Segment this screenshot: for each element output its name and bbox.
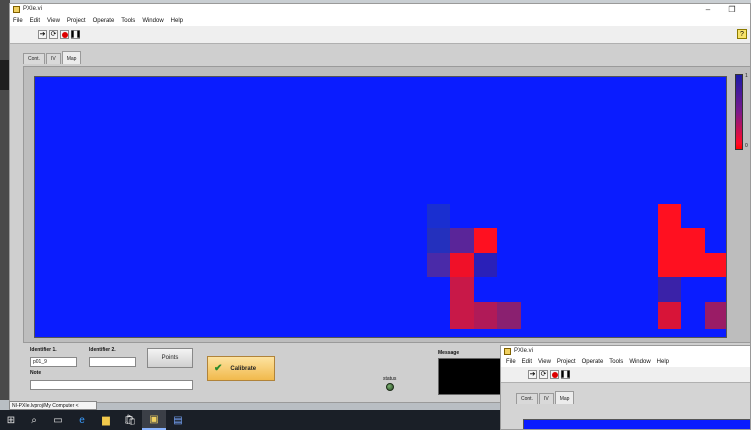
map-tab-page: 1 0 — [23, 66, 751, 343]
file-explorer-icon[interactable]: ▆ — [94, 410, 118, 430]
map-cell — [450, 277, 474, 302]
map-cell — [474, 228, 497, 253]
menu-window[interactable]: Window — [629, 357, 650, 367]
pause-icon[interactable]: ❚❚ — [560, 370, 571, 379]
identifier1-label: Identifier 1. — [30, 347, 57, 353]
map-cell — [450, 253, 474, 277]
map-cell — [450, 302, 474, 329]
run-continuous-icon[interactable]: ⟳ — [539, 370, 548, 379]
edge-browser-icon[interactable]: e — [70, 410, 94, 430]
menu-file[interactable]: File — [13, 16, 23, 26]
map-cell — [681, 253, 705, 277]
path-chevron-icon[interactable]: < — [76, 403, 79, 409]
save-disk-icon[interactable]: ▤ — [166, 410, 190, 430]
tab-strip: Cont. IV Map — [23, 51, 82, 65]
intensity-map[interactable] — [34, 76, 727, 338]
checkmark-icon: ✔ — [214, 363, 223, 374]
main-window: PXIe.vi – ❐ File Edit View Project Opera… — [9, 3, 751, 403]
menu-edit[interactable]: Edit — [522, 357, 532, 367]
menu-operate[interactable]: Operate — [582, 357, 604, 367]
color-scale — [735, 74, 743, 150]
message-label: Message — [438, 350, 460, 356]
menu-view[interactable]: View — [47, 16, 60, 26]
abort-icon[interactable] — [550, 370, 559, 379]
tab-iv[interactable]: IV — [538, 393, 554, 404]
menu-project[interactable]: Project — [557, 357, 576, 367]
menu-help[interactable]: Help — [657, 357, 669, 367]
second-title-bar: PXIe.vi — [501, 346, 750, 357]
second-window: PXIe.vi File Edit View Project Operate T… — [500, 345, 751, 430]
run-arrow-icon[interactable]: ➔ — [38, 30, 47, 39]
identifier2-field[interactable] — [89, 357, 136, 367]
menu-help[interactable]: Help — [171, 16, 183, 26]
tab-iv[interactable]: IV — [45, 53, 61, 64]
identifier1-field[interactable]: p01_9 — [30, 357, 77, 367]
task-view-icon[interactable]: ▭ — [46, 410, 70, 430]
second-window-title: PXIe.vi — [514, 348, 534, 354]
scale-max-label: 1 — [745, 73, 748, 79]
scale-min-label: 0 — [745, 143, 748, 149]
map-cell — [427, 253, 450, 277]
minimize-icon[interactable]: – — [702, 5, 714, 15]
tab-cont[interactable]: Cont. — [23, 53, 45, 64]
labview-app-icon — [504, 348, 511, 355]
points-button[interactable]: Points — [147, 348, 193, 368]
map-cell — [497, 302, 521, 329]
map-cell — [658, 204, 681, 228]
project-path-bar[interactable]: NI-PXIe.lvproj/My Computer < — [9, 401, 97, 410]
windows-taskbar: ⊞ ⌕ ▭ e ▆ 🛍 ▣ ▤ — [0, 410, 500, 430]
status-label: status — [383, 376, 397, 382]
store-icon[interactable]: 🛍 — [118, 410, 142, 430]
status-led-indicator — [386, 383, 394, 391]
map-cell — [681, 228, 705, 253]
tab-map[interactable]: Map — [554, 391, 575, 404]
menu-window[interactable]: Window — [142, 16, 163, 26]
map-cell — [450, 228, 474, 253]
search-icon[interactable]: ⌕ — [22, 410, 46, 430]
labview-app-icon — [13, 6, 20, 13]
title-bar: PXIe.vi – ❐ — [10, 4, 750, 16]
menu-project[interactable]: Project — [67, 16, 86, 26]
map-cell — [427, 204, 450, 228]
restore-icon[interactable]: ❐ — [726, 5, 738, 15]
help-icon[interactable]: ? — [737, 29, 747, 39]
project-path: NI-PXIe.lvproj/My Computer — [12, 403, 75, 409]
map-cell — [658, 277, 681, 302]
pause-icon[interactable]: ❚❚ — [70, 30, 81, 39]
calibrate-button[interactable]: ✔ Calibrate — [207, 356, 275, 381]
note-field[interactable] — [30, 380, 193, 390]
menu-bar: File Edit View Project Operate Tools Win… — [10, 16, 750, 26]
second-intensity-map[interactable] — [523, 419, 750, 429]
map-cell — [658, 228, 681, 253]
map-cell — [658, 253, 681, 277]
window-title: PXIe.vi — [23, 6, 43, 12]
run-continuous-icon[interactable]: ⟳ — [49, 30, 58, 39]
second-menu-bar: File Edit View Project Operate Tools Win… — [501, 357, 750, 367]
second-toolbar: ➔ ⟳ ❚❚ — [501, 367, 750, 383]
start-windows-icon[interactable]: ⊞ — [0, 410, 22, 430]
second-tab-strip: Cont. IV Map — [516, 391, 575, 405]
map-cell — [474, 253, 497, 277]
abort-icon[interactable] — [60, 30, 69, 39]
toolbar: ➔ ⟳ ❚❚ ? — [10, 26, 750, 44]
menu-tools[interactable]: Tools — [121, 16, 135, 26]
message-display — [438, 358, 506, 395]
map-cell — [705, 253, 726, 277]
calibrate-label: Calibrate — [230, 365, 257, 372]
labview-taskbar-icon[interactable]: ▣ — [142, 410, 166, 430]
note-label: Note — [30, 370, 42, 376]
map-cell — [427, 228, 450, 253]
tab-map[interactable]: Map — [61, 51, 82, 64]
menu-file[interactable]: File — [506, 357, 516, 367]
menu-tools[interactable]: Tools — [609, 357, 623, 367]
tab-cont[interactable]: Cont. — [516, 393, 538, 404]
menu-edit[interactable]: Edit — [30, 16, 40, 26]
menu-operate[interactable]: Operate — [93, 16, 115, 26]
map-cell — [658, 302, 681, 329]
menu-view[interactable]: View — [538, 357, 551, 367]
map-cell — [705, 302, 726, 329]
map-cell — [474, 302, 497, 329]
run-arrow-icon[interactable]: ➔ — [528, 370, 537, 379]
identifier2-label: Identifier 2. — [89, 347, 116, 353]
